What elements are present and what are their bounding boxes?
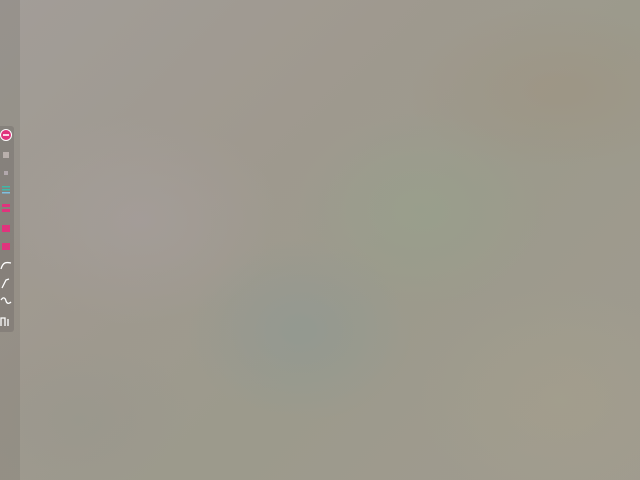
square-icon[interactable] (0, 148, 12, 162)
desktop-wallpaper (0, 0, 640, 480)
diagonal-line-icon[interactable] (0, 276, 12, 290)
wave-icon[interactable] (0, 294, 12, 308)
side-toolbar (0, 126, 14, 332)
pink-block-icon[interactable] (0, 240, 12, 254)
pink-block-icon[interactable] (0, 222, 12, 236)
lines-icon[interactable] (0, 182, 12, 196)
small-square-icon[interactable] (0, 166, 12, 180)
step-icon[interactable] (0, 314, 12, 328)
pink-bars-icon[interactable] (0, 202, 12, 216)
curve-icon[interactable] (0, 258, 12, 272)
minus-circle-icon[interactable] (0, 128, 12, 142)
